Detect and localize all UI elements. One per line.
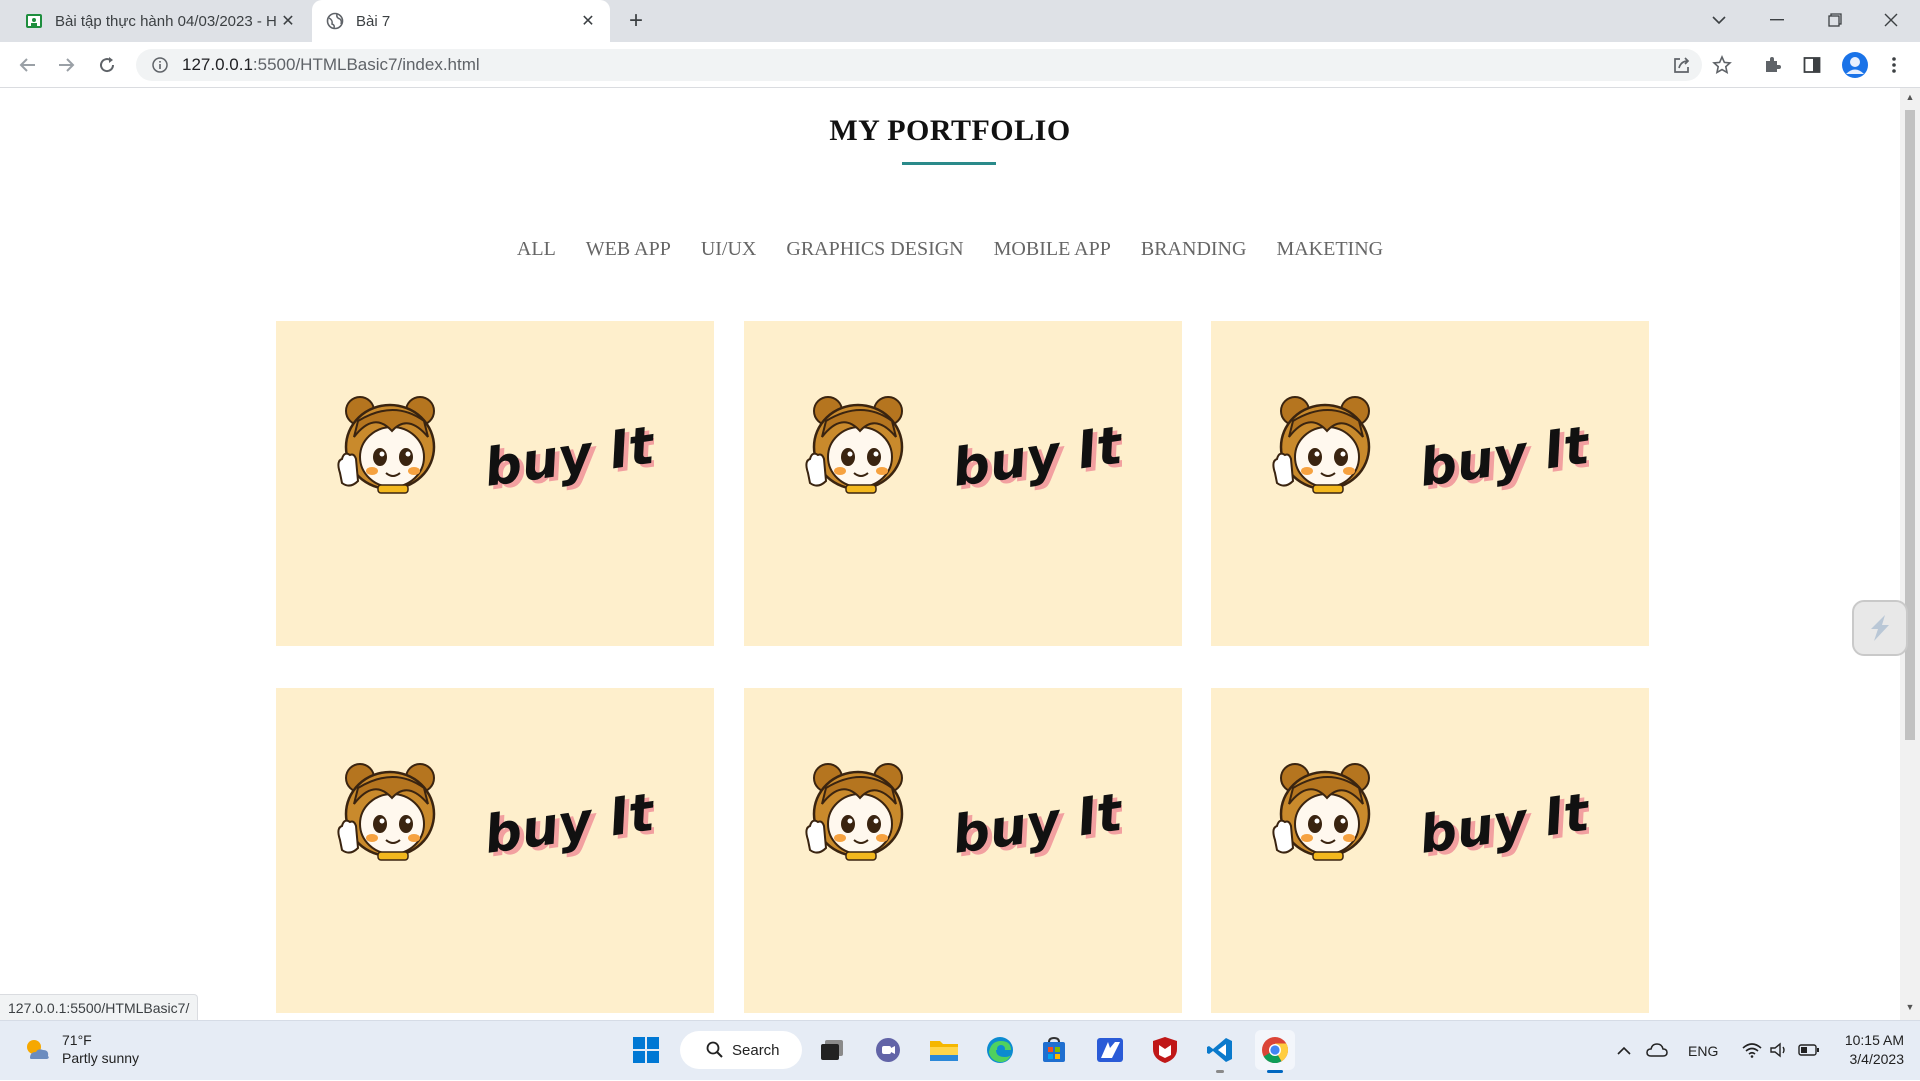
tab-search-icon[interactable] [1690, 0, 1748, 40]
vscode-running-indicator [1216, 1070, 1224, 1073]
language-indicator[interactable]: ENG [1688, 1043, 1718, 1059]
page-scrollbar[interactable]: ▲ ▼ [1900, 88, 1920, 1020]
tab-bai-7[interactable]: Bài 7 ✕ [312, 0, 610, 42]
svg-text:buy It!: buy It! [1416, 779, 1589, 865]
classroom-icon [25, 12, 43, 30]
windows-taskbar: 71°F Partly sunny Search ENG 10:15 AM 3/… [0, 1020, 1920, 1080]
portfolio-card[interactable]: buy It! buy It! [744, 688, 1182, 1013]
restore-icon[interactable] [1806, 0, 1864, 40]
buy-it-mascot-image: buy It!buy It! [805, 763, 1122, 869]
url-host: 127.0.0.1 [182, 55, 253, 74]
filter-mobile-app[interactable]: MOBILE APP [994, 238, 1111, 261]
edge-browser-icon[interactable] [980, 1030, 1020, 1070]
vscode-icon[interactable] [1200, 1030, 1240, 1073]
globe-icon [326, 12, 344, 30]
buy-it-mascot-image: buy It!buy It! [1272, 763, 1589, 869]
onedrive-cloud-icon[interactable] [1646, 1042, 1668, 1060]
filter-branding[interactable]: BRANDING [1141, 238, 1247, 261]
portfolio-card[interactable]: buy It! buy It! [1211, 688, 1649, 1013]
new-tab-button[interactable]: + [624, 7, 648, 34]
svg-text:buy It!: buy It! [949, 412, 1122, 498]
filter-web-app[interactable]: WEB APP [586, 238, 671, 261]
vpn-app-icon[interactable] [1090, 1030, 1130, 1070]
page-title: MY PORTFOLIO [829, 114, 1071, 147]
svg-text:buy It!: buy It! [949, 779, 1122, 865]
mcafee-icon[interactable] [1145, 1030, 1185, 1070]
chrome-active-indicator [1267, 1070, 1283, 1073]
status-bar-url: 127.0.0.1:5500/HTMLBasic7/ [0, 994, 199, 1022]
show-hidden-icons-icon[interactable] [1616, 1043, 1632, 1059]
weather-widget[interactable]: 71°F Partly sunny [22, 1031, 139, 1067]
file-explorer-icon[interactable] [924, 1030, 964, 1070]
profile-avatar-icon[interactable] [1840, 50, 1870, 80]
page-viewport: MY PORTFOLIO ALL WEB APP UI/UX GRAPHICS … [0, 88, 1900, 1020]
url-path: :5500/HTMLBasic7/index.html [252, 55, 480, 74]
buy-it-mascot-image: buy It!buy It! [1272, 396, 1589, 502]
windows-logo-icon [633, 1037, 659, 1063]
search-label: Search [732, 1041, 780, 1059]
svg-text:buy It!: buy It! [481, 779, 654, 865]
portfolio-card[interactable]: buy It! buy It! [276, 688, 714, 1013]
portfolio-card[interactable]: buy It! buy It! [276, 321, 714, 646]
minimize-icon[interactable] [1748, 0, 1806, 40]
tab-title: Bài tập thực hành 04/03/2023 - H [55, 12, 277, 30]
filter-all[interactable]: ALL [517, 238, 556, 261]
search-icon [706, 1041, 723, 1058]
clock-time: 10:15 AM [1844, 1032, 1904, 1048]
close-tab-icon[interactable]: ✕ [278, 11, 298, 31]
address-bar[interactable]: 127.0.0.1:5500/HTMLBasic7/index.html [136, 49, 1702, 81]
reload-icon[interactable] [92, 50, 122, 80]
clock-date: 3/4/2023 [1849, 1051, 1905, 1067]
scroll-down-arrow-icon[interactable]: ▼ [1905, 1002, 1915, 1012]
filter-graphics-design[interactable]: GRAPHICS DESIGN [786, 238, 963, 261]
close-window-icon[interactable] [1862, 0, 1920, 40]
microsoft-store-icon[interactable] [1034, 1030, 1074, 1070]
system-tray: ENG [1616, 1021, 1820, 1081]
browser-toolbar: 127.0.0.1:5500/HTMLBasic7/index.html [0, 42, 1920, 88]
bookmark-star-icon[interactable] [1710, 53, 1734, 77]
floating-extension-widget-icon[interactable] [1852, 600, 1908, 656]
teams-chat-icon[interactable] [868, 1030, 908, 1070]
portfolio-card[interactable]: buy It! buy It! [1211, 321, 1649, 646]
start-button[interactable] [626, 1030, 666, 1070]
battery-icon[interactable] [1798, 1043, 1820, 1059]
filter-nav: ALL WEB APP UI/UX GRAPHICS DESIGN MOBILE… [0, 238, 1900, 261]
side-panel-icon[interactable] [1800, 53, 1824, 77]
svg-text:buy It!: buy It! [481, 412, 654, 498]
weather-temp: 71°F [62, 1032, 92, 1048]
forward-icon[interactable] [52, 50, 82, 80]
partly-sunny-icon [27, 1040, 49, 1059]
buy-it-mascot-image: buy It!buy It! [337, 763, 654, 869]
back-icon[interactable] [12, 50, 42, 80]
chrome-icon[interactable] [1255, 1030, 1295, 1073]
taskbar-search[interactable]: Search [680, 1031, 802, 1069]
weather-desc: Partly sunny [62, 1050, 140, 1066]
site-info-icon[interactable] [150, 55, 170, 75]
close-tab-icon[interactable]: ✕ [578, 11, 598, 31]
wifi-icon[interactable] [1742, 1042, 1762, 1061]
extensions-icon[interactable] [1760, 53, 1784, 77]
url-text: 127.0.0.1:5500/HTMLBasic7/index.html [182, 55, 480, 75]
scroll-up-arrow-icon[interactable]: ▲ [1905, 92, 1915, 102]
tab-bai-tap[interactable]: Bài tập thực hành 04/03/2023 - H ✕ [10, 0, 310, 42]
filter-maketing[interactable]: MAKETING [1276, 238, 1383, 261]
volume-icon[interactable] [1770, 1042, 1788, 1061]
svg-text:buy It!: buy It! [1416, 412, 1589, 498]
taskbar-clock[interactable]: 10:15 AM 3/4/2023 [1838, 1031, 1904, 1069]
title-underline [902, 162, 996, 165]
menu-kebab-icon[interactable] [1882, 53, 1906, 77]
portfolio-card[interactable]: buy It! buy It! [744, 321, 1182, 646]
buy-it-mascot-image: buy It!buy It! [805, 396, 1122, 502]
share-icon[interactable] [1670, 53, 1694, 77]
buy-it-mascot-image: buy It!buy It! [337, 396, 654, 502]
browser-tab-strip: Bài tập thực hành 04/03/2023 - H ✕ Bài 7… [0, 0, 1920, 42]
filter-ui-ux[interactable]: UI/UX [701, 238, 757, 261]
tab-title: Bài 7 [356, 12, 391, 30]
task-view-icon[interactable] [812, 1030, 852, 1070]
